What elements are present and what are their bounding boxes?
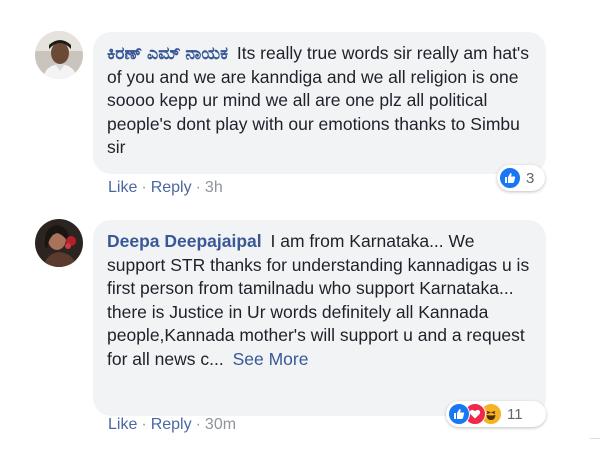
comment-timestamp[interactable]: 30m xyxy=(205,416,236,433)
divider xyxy=(590,438,600,439)
reactions-summary[interactable]: 11 xyxy=(446,401,546,427)
comment-timestamp[interactable]: 3h xyxy=(205,179,223,196)
avatar[interactable] xyxy=(35,31,83,79)
avatar[interactable] xyxy=(35,219,83,267)
avatar-photo-1 xyxy=(35,31,83,79)
separator: · xyxy=(195,416,201,433)
reaction-count: 3 xyxy=(526,169,535,187)
comment-1: ಕಿರಣ್ ಎಮ್ ನಾಯಕ Its really true words sir… xyxy=(0,0,600,210)
reply-link[interactable]: Reply xyxy=(151,416,192,433)
separator: · xyxy=(141,416,147,433)
avatar-photo-2 xyxy=(35,219,83,267)
like-link[interactable]: Like xyxy=(108,416,137,433)
comment-author[interactable]: ಕಿರಣ್ ಎಮ್ ನಾಯಕ xyxy=(107,43,228,63)
comment-2: Deepa Deepajaipal I am from Karnataka...… xyxy=(0,210,600,450)
like-icon xyxy=(448,403,470,425)
comment-bubble: Deepa Deepajaipal I am from Karnataka...… xyxy=(93,220,546,416)
comment-text: I am from Karnataka... We support STR th… xyxy=(107,231,530,369)
separator: · xyxy=(195,179,201,196)
comment-actions: Like · Reply · 3h xyxy=(108,179,223,197)
like-link[interactable]: Like xyxy=(108,179,137,196)
reactions-summary[interactable]: 3 xyxy=(497,165,545,191)
comment-actions: Like · Reply · 30m xyxy=(108,416,236,434)
comment-author[interactable]: Deepa Deepajaipal xyxy=(107,231,262,251)
comment-bubble: ಕಿರಣ್ ಎಮ್ ನಾಯಕ Its really true words sir… xyxy=(93,32,546,174)
separator: · xyxy=(141,179,147,196)
see-more-link[interactable]: See More xyxy=(233,349,309,369)
reaction-count: 11 xyxy=(507,405,523,423)
reply-link[interactable]: Reply xyxy=(151,179,192,196)
like-icon xyxy=(499,167,521,189)
